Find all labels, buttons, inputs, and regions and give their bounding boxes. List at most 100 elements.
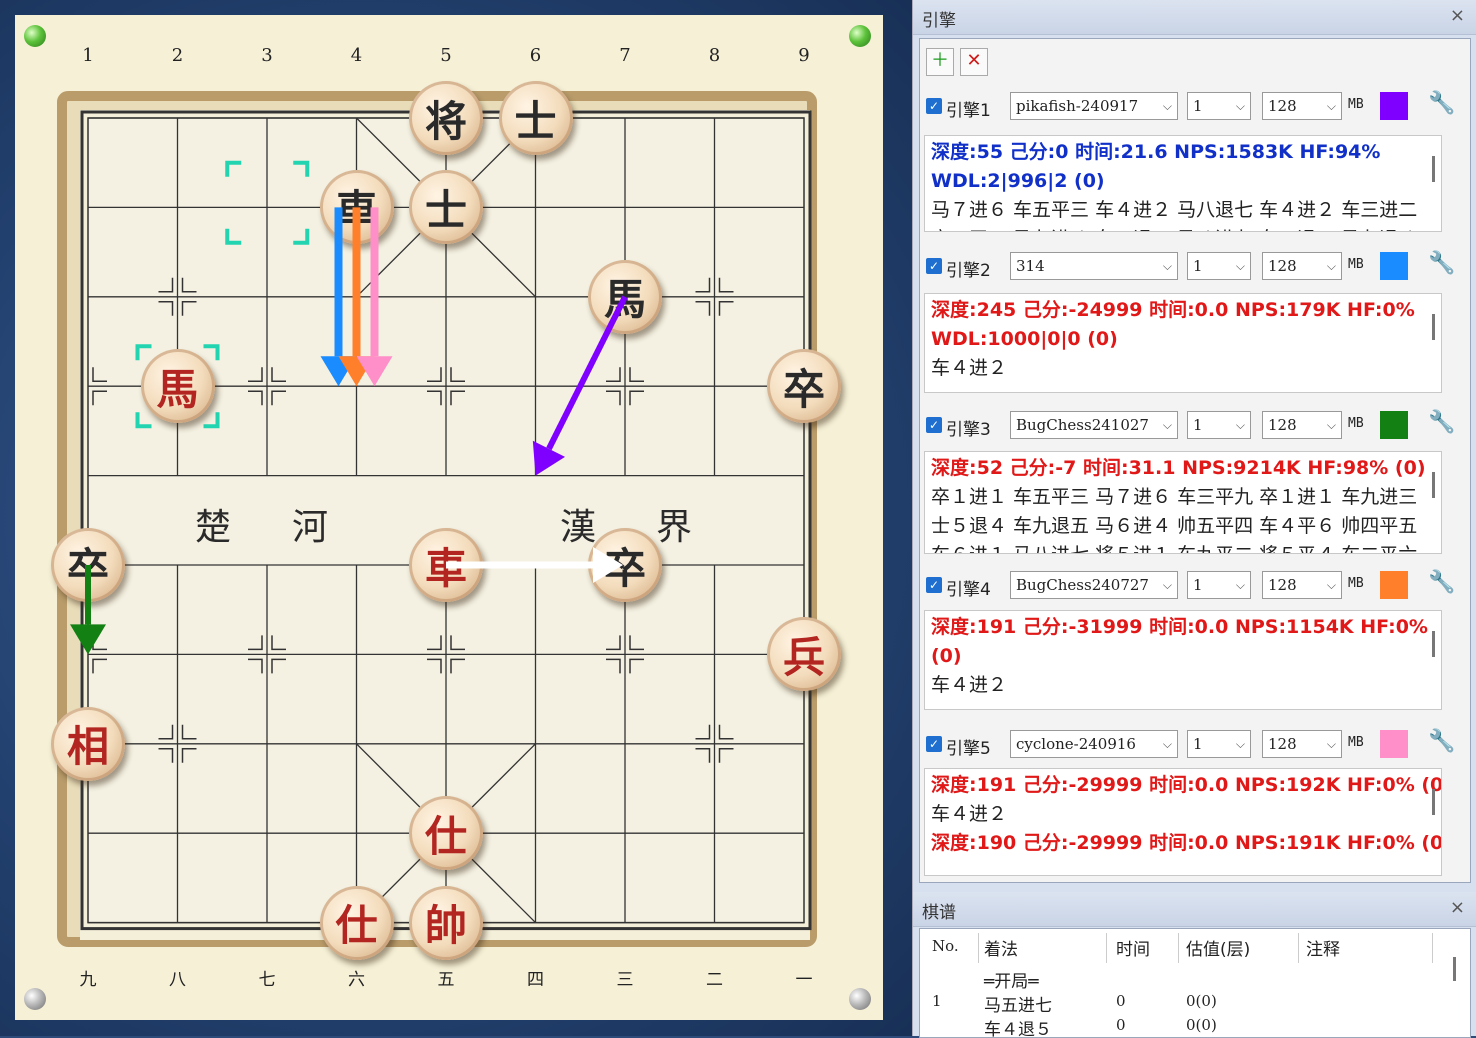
engine-select[interactable]: 314 ⌵ [1010, 252, 1178, 280]
piece-black-soldier-b[interactable]: 卒 [51, 528, 125, 602]
threads-select[interactable]: 1 ⌵ [1187, 571, 1251, 599]
river-char: 漢 [560, 507, 597, 548]
engine-row-5: ✓ 引擎5 cyclone-240916 ⌵ 1 ⌵ 128 ⌵ MB 🔧 [920, 725, 1470, 765]
engine-enabled-checkbox[interactable]: ✓ [926, 577, 942, 593]
mb-label: MB [1348, 416, 1364, 431]
file-number: 2 [171, 45, 184, 66]
piece-black-advisor-b[interactable]: 士 [409, 170, 483, 245]
engine-row-2: ✓ 引擎2 314 ⌵ 1 ⌵ 128 ⌵ MB 🔧 [920, 247, 1470, 287]
piece-red-king[interactable]: 帥 [409, 885, 483, 960]
engine-output-line: 深度:191 己分:-29999 时间:0.0 NPS:192K HF:0% (… [931, 774, 1442, 796]
engine-color-swatch[interactable] [1380, 571, 1408, 599]
mb-label: MB [1348, 257, 1364, 272]
board-area: 123456789 九八七六五四三二一 楚 河 漢 界 将士士車馬馬卒卒卒車兵相… [0, 0, 912, 1036]
engine-output-line: 深度:52 己分:-7 时间:31.1 NPS:9214K HF:98% (0) [931, 457, 1426, 479]
record-panel-close-icon[interactable]: × [1450, 897, 1465, 918]
piece-black-general[interactable]: 将 [409, 81, 483, 155]
wrench-icon[interactable]: 🔧 [1428, 91, 1455, 116]
mb-label: MB [1348, 576, 1364, 591]
file-number: 五 [437, 970, 455, 990]
wrench-icon[interactable]: 🔧 [1428, 570, 1455, 595]
engine-output-line: WDL:1000|0|0 (0) [931, 328, 1118, 350]
file-number: 6 [529, 45, 542, 66]
file-number: 1 [82, 45, 94, 66]
piece-black-horse-a[interactable]: 馬 [588, 259, 662, 334]
engine-output-4[interactable]: 深度:191 己分:-31999 时间:0.0 NPS:1154K HF:0% (… [924, 610, 1442, 710]
engine-row-1: ✓ 引擎1 pikafish-240917 ⌵ 1 ⌵ 128 ⌵ MB 🔧 [920, 87, 1470, 127]
xiangqi-board[interactable] [0, 0, 912, 1036]
scrollbar-thumb[interactable] [1432, 789, 1435, 815]
piece-red-advisor-b[interactable]: 仕 [319, 885, 394, 960]
engine-color-swatch[interactable] [1380, 252, 1408, 280]
engine-output-line: 深度:190 己分:-29999 时间:0.0 NPS:191K HF:0% (… [931, 832, 1442, 854]
engine-select[interactable]: cyclone-240916 ⌵ [1010, 730, 1178, 758]
piece-black-advisor-a[interactable]: 士 [498, 81, 573, 155]
engine-color-swatch[interactable] [1380, 730, 1408, 758]
col-header-move[interactable]: 着法 [984, 935, 1018, 960]
river-char: 楚 [195, 507, 232, 548]
col-header-note[interactable]: 注释 [1306, 935, 1340, 960]
threads-select[interactable]: 1 ⌵ [1187, 252, 1251, 280]
chevron-down-icon: ⌵ [1162, 418, 1172, 432]
hash-select[interactable]: 128 ⌵ [1262, 730, 1342, 758]
engine-output-2[interactable]: 深度:245 己分:-24999 时间:0.0 NPS:179K HF:0% WD… [924, 293, 1442, 393]
piece-black-horse-b[interactable]: 馬 [140, 349, 215, 424]
engine-output-line: 车４进２ [931, 803, 1008, 825]
threads-select[interactable]: 1 ⌵ [1187, 92, 1251, 120]
engine-select[interactable]: BugChess240727 ⌵ [1010, 571, 1178, 599]
engine-label: 引擎3 [946, 420, 991, 440]
chevron-down-icon: ⌵ [1326, 99, 1336, 113]
engine-label: 引擎1 [946, 101, 991, 121]
engine-output-3[interactable]: 深度:52 己分:-7 时间:31.1 NPS:9214K HF:98% (0)… [924, 451, 1442, 554]
engine-panel-title: 引擎 [922, 11, 956, 31]
threads-select[interactable]: 1 ⌵ [1187, 411, 1251, 439]
col-header-no[interactable]: No. [932, 937, 959, 955]
engine-enabled-checkbox[interactable]: ✓ [926, 417, 942, 433]
piece-red-soldier[interactable]: 兵 [767, 617, 841, 692]
scrollbar-thumb[interactable] [1432, 156, 1435, 182]
chevron-down-icon: ⌵ [1235, 99, 1245, 113]
record-panel-header: 棋谱 × [913, 892, 1476, 927]
engine-output-line: 卒１平２ 马七进八 车４退２ 马八进七 车４退２ 马七退八 [931, 225, 1435, 231]
chevron-down-icon: ⌵ [1326, 418, 1336, 432]
piece-red-chariot[interactable]: 車 [409, 528, 483, 602]
scrollbar-thumb[interactable] [1432, 631, 1435, 657]
wrench-icon[interactable]: 🔧 [1428, 410, 1455, 435]
piece-red-advisor-a[interactable]: 仕 [409, 796, 483, 871]
hash-select[interactable]: 128 ⌵ [1262, 92, 1342, 120]
engine-output-5[interactable]: 深度:191 己分:-29999 时间:0.0 NPS:192K HF:0% (… [924, 768, 1442, 876]
scrollbar-thumb[interactable] [1432, 472, 1435, 498]
hash-select[interactable]: 128 ⌵ [1262, 411, 1342, 439]
add-engine-button[interactable]: ＋ [926, 48, 954, 76]
piece-black-soldier-a[interactable]: 卒 [767, 349, 841, 424]
chevron-down-icon: ⌵ [1162, 578, 1172, 592]
chevron-down-icon: ⌵ [1235, 578, 1245, 592]
col-header-eval[interactable]: 估值(层) [1186, 935, 1250, 960]
wrench-icon[interactable]: 🔧 [1428, 251, 1455, 276]
engine-color-swatch[interactable] [1380, 92, 1408, 120]
piece-black-soldier-c[interactable]: 卒 [588, 528, 662, 602]
engine-panel-header: 引擎 × [913, 0, 1476, 35]
engine-select[interactable]: pikafish-240917 ⌵ [1010, 92, 1178, 120]
engine-panel-close-icon[interactable]: × [1450, 5, 1465, 26]
chevron-down-icon: ⌵ [1235, 418, 1245, 432]
engine-output-line: WDL:2|996|2 (0) [931, 170, 1105, 192]
engine-select[interactable]: BugChess241027 ⌵ [1010, 411, 1178, 439]
engine-color-swatch[interactable] [1380, 411, 1408, 439]
piece-black-chariot[interactable]: 車 [319, 170, 394, 245]
move-record-table: No. 着法 时间 估值(层) 注释 ═开局═ 1 马五进七 0 0(0) 车４… [919, 928, 1471, 1038]
piece-red-elephant[interactable]: 相 [51, 706, 125, 781]
threads-select[interactable]: 1 ⌵ [1187, 730, 1251, 758]
file-number: 4 [350, 45, 363, 66]
engine-enabled-checkbox[interactable]: ✓ [926, 736, 942, 752]
hash-select[interactable]: 128 ⌵ [1262, 571, 1342, 599]
scrollbar-thumb[interactable] [1432, 314, 1435, 340]
remove-engine-button[interactable]: ✕ [960, 48, 988, 76]
col-header-time[interactable]: 时间 [1116, 935, 1150, 960]
engine-enabled-checkbox[interactable]: ✓ [926, 258, 942, 274]
engine-enabled-checkbox[interactable]: ✓ [926, 98, 942, 114]
file-number: 七 [258, 970, 276, 990]
engine-output-1[interactable]: 深度:55 己分:0 时间:21.6 NPS:1583K HF:94% WDL:2… [924, 135, 1442, 232]
wrench-icon[interactable]: 🔧 [1428, 729, 1455, 754]
hash-select[interactable]: 128 ⌵ [1262, 252, 1342, 280]
